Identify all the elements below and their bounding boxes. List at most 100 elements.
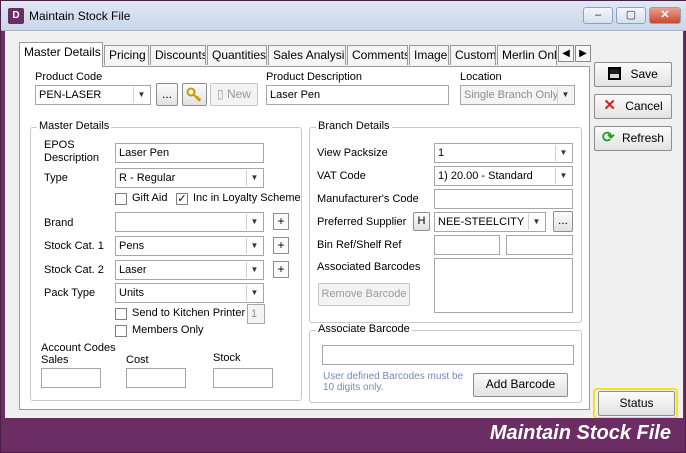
pack-type-label: Pack Type — [44, 287, 96, 299]
plus-icon: + — [277, 214, 285, 228]
plus-icon: + — [277, 238, 285, 252]
location-select[interactable]: Single Branch Only ▼ — [460, 85, 575, 105]
add-stock-cat2-button[interactable]: + — [273, 261, 289, 278]
tab-custom[interactable]: Custom — [450, 45, 496, 65]
epos-description-input[interactable]: Laser Pen — [115, 143, 264, 163]
status-button[interactable]: Status — [598, 391, 675, 416]
preferred-supplier-select[interactable]: NEE-STEELCITY ▼ — [434, 212, 546, 232]
green-refresh-icon: ⟳ — [602, 129, 615, 146]
master-details-group: Master Details EPOS Description Laser Pe… — [30, 120, 302, 401]
product-code-value: PEN-LASER — [39, 89, 102, 101]
sales-label: Sales — [41, 354, 69, 366]
dropdown-arrow-icon: ▼ — [555, 145, 571, 161]
associated-barcodes-list[interactable] — [434, 258, 573, 313]
type-value: R - Regular — [119, 172, 176, 184]
kitchen-printer-label: Send to Kitchen Printer — [132, 307, 246, 319]
stock-cat2-select[interactable]: Laser ▼ — [115, 260, 264, 280]
tab-quantities[interactable]: Quantities — [207, 45, 267, 65]
dropdown-arrow-icon: ▼ — [246, 285, 262, 301]
tab-merlin-online[interactable]: Merlin Onlin — [497, 45, 557, 65]
app-icon: D — [8, 8, 24, 24]
product-search-button[interactable]: ... — [156, 83, 178, 106]
chevron-right-icon: ▶ — [579, 48, 587, 59]
location-label: Location — [460, 71, 502, 83]
tab-discounts[interactable]: Discounts — [150, 45, 206, 65]
new-document-icon: ▯ — [217, 87, 224, 101]
tab-comments[interactable]: Comments — [347, 45, 408, 65]
preferred-supplier-value: NEE-STEELCITY — [438, 216, 525, 228]
type-label: Type — [44, 172, 68, 184]
bin-ref-input[interactable] — [434, 235, 500, 255]
shelf-ref-input[interactable] — [506, 235, 573, 255]
floppy-disk-icon — [608, 67, 622, 80]
stock-account-input[interactable] — [213, 368, 273, 388]
window-title: Maintain Stock File — [29, 9, 131, 23]
minimize-button[interactable]: – — [583, 7, 613, 24]
type-select[interactable]: R - Regular ▼ — [115, 168, 264, 188]
pack-type-value: Units — [119, 287, 145, 299]
sales-account-input[interactable] — [41, 368, 101, 388]
members-only-label: Members Only — [132, 324, 204, 336]
tab-scroll-right-button[interactable]: ▶ — [575, 45, 591, 62]
footer-banner: Maintain Stock File — [5, 418, 683, 449]
dropdown-arrow-icon: ▼ — [528, 214, 544, 230]
key-button[interactable] — [182, 83, 207, 106]
product-description-input[interactable]: Laser Pen — [266, 85, 449, 105]
brand-label: Brand — [44, 217, 74, 229]
close-icon: ✕ — [660, 9, 670, 21]
tab-sales-analysis[interactable]: Sales Analysis — [268, 45, 346, 65]
gift-aid-checkbox[interactable] — [115, 193, 127, 205]
product-code-select[interactable]: PEN-LASER ▼ — [35, 85, 151, 105]
stock-label: Stock — [213, 352, 241, 364]
maximize-button[interactable]: ▢ — [616, 7, 646, 24]
add-brand-button[interactable]: + — [273, 213, 289, 230]
vat-code-label: VAT Code — [317, 170, 366, 182]
dropdown-arrow-icon: ▼ — [557, 87, 573, 103]
vat-code-select[interactable]: 1) 20.00 - Standard ▼ — [434, 166, 573, 186]
cancel-label: Cancel — [625, 99, 663, 113]
dropdown-arrow-icon: ▼ — [246, 170, 262, 186]
refresh-button[interactable]: ⟳ Refresh — [594, 126, 672, 151]
supplier-history-button[interactable]: H — [413, 212, 430, 231]
loyalty-checkbox[interactable]: ✓ — [176, 193, 188, 205]
product-description-label: Product Description — [266, 71, 362, 83]
stock-cat2-label: Stock Cat. 2 — [44, 264, 104, 276]
view-packsize-label: View Packsize — [317, 147, 388, 159]
refresh-label: Refresh — [621, 131, 664, 145]
client-area: Master Details Pricing Discounts Quantit… — [5, 31, 683, 419]
cost-account-input[interactable] — [126, 368, 186, 388]
associate-barcode-group: Associate Barcode User defined Barcodes … — [309, 323, 582, 403]
dropdown-arrow-icon: ▼ — [555, 168, 571, 184]
tab-image[interactable]: Image — [409, 45, 449, 65]
branch-details-group: Branch Details View Packsize 1 ▼ VAT Cod… — [309, 120, 582, 323]
tab-master-details[interactable]: Master Details — [19, 42, 103, 67]
view-packsize-value: 1 — [438, 147, 445, 159]
stock-cat1-select[interactable]: Pens ▼ — [115, 236, 264, 256]
cancel-button[interactable]: ✕ Cancel — [594, 94, 672, 119]
add-stock-cat1-button[interactable]: + — [273, 237, 289, 254]
key-icon — [186, 87, 202, 102]
preferred-supplier-label: Preferred Supplier — [317, 216, 407, 228]
tab-pricing[interactable]: Pricing — [104, 45, 149, 65]
dropdown-arrow-icon: ▼ — [133, 87, 149, 103]
new-button[interactable]: ▯ New — [210, 83, 258, 106]
close-button[interactable]: ✕ — [649, 7, 681, 24]
tab-scroll-left-button[interactable]: ◀ — [558, 45, 574, 62]
save-button[interactable]: Save — [594, 62, 672, 87]
bin-ref-label: Bin Ref/Shelf Ref — [317, 239, 402, 251]
add-barcode-button[interactable]: Add Barcode — [473, 373, 568, 397]
title-bar[interactable]: D Maintain Stock File – ▢ ✕ — [1, 1, 686, 31]
product-code-label: Product Code — [35, 71, 103, 83]
manufacturer-code-input[interactable] — [434, 189, 573, 209]
kitchen-printer-checkbox[interactable] — [115, 308, 127, 320]
kitchen-printer-number[interactable]: 1 — [247, 304, 265, 324]
checkmark-icon: ✓ — [177, 193, 187, 205]
members-only-checkbox[interactable] — [115, 325, 127, 337]
associate-barcode-input[interactable] — [322, 345, 574, 365]
pack-type-select[interactable]: Units ▼ — [115, 283, 264, 303]
cost-label: Cost — [126, 354, 149, 366]
brand-select[interactable]: ▼ — [115, 212, 264, 232]
supplier-search-button[interactable]: ... — [553, 211, 573, 232]
remove-barcode-button[interactable]: Remove Barcode — [318, 283, 410, 306]
view-packsize-select[interactable]: 1 ▼ — [434, 143, 573, 163]
